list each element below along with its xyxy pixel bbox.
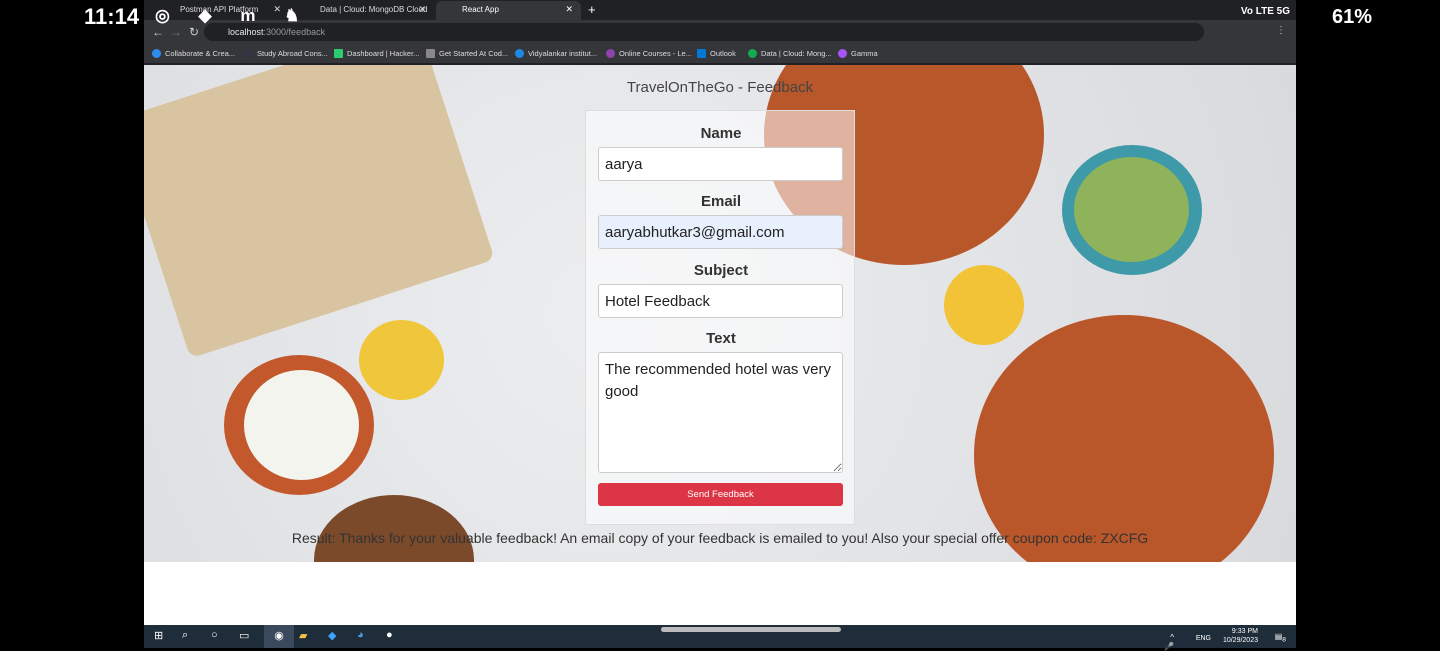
url-input[interactable]: localhost:3000/feedback [204, 23, 1204, 41]
address-bar-row: ← → ↻ localhost:3000/feedback ⋮ [144, 20, 1296, 44]
notification-center-icon[interactable]: ▤8 [1275, 632, 1286, 645]
feedback-page: TravelOnTheGo - Feedback Name Email Subj… [144, 65, 1296, 562]
taskbar-clock[interactable]: 9:33 PM 10/29/2023 [1223, 627, 1258, 645]
subject-input[interactable] [598, 284, 843, 318]
subject-label: Subject [693, 262, 749, 279]
tab-mongodb[interactable]: Data | Cloud: MongoDB Cloud ✕ [294, 1, 434, 20]
tab-react-app[interactable]: React App ✕ [436, 1, 581, 20]
app-icon[interactable]: ◕ [357, 629, 364, 641]
chrome-taskbar-icon[interactable]: ◉ [264, 625, 294, 648]
bookmark[interactable]: Dashboard | Hacker... [334, 49, 419, 58]
bookmark[interactable]: Online Courses - Le... [606, 49, 692, 58]
new-tab-button[interactable]: + [588, 2, 596, 17]
bookmark-icon [697, 49, 706, 58]
tab-title: React App [462, 5, 499, 14]
close-tab-icon[interactable]: ✕ [418, 4, 426, 15]
github-icon[interactable]: ● [386, 629, 393, 641]
bookmark[interactable]: Study Abroad Cons... [244, 49, 328, 58]
text-label: Text [706, 330, 736, 347]
menu-icon[interactable]: ⋮ [1276, 25, 1286, 36]
bookmark-icon [515, 49, 524, 58]
bookmark[interactable]: Vidyalankar institut... [515, 49, 597, 58]
result-message: Result: Thanks for your valuable feedbac… [291, 530, 1149, 546]
bookmark[interactable]: Gamma [838, 49, 878, 58]
tray-chevron-icon[interactable]: ^ 🎤 [1164, 633, 1174, 651]
bookmark-icon [334, 49, 343, 58]
system-tray: ^ 🎤 ENG 9:33 PM 10/29/2023 ▤8 [1164, 627, 1286, 651]
vscode-icon[interactable]: ◆ [328, 629, 336, 642]
bookmark-icon [606, 49, 615, 58]
email-input[interactable] [598, 215, 843, 249]
reload-icon[interactable]: ↻ [189, 25, 199, 39]
bookmark[interactable]: Data | Cloud: Mong... [748, 49, 832, 58]
page-title: TravelOnTheGo - Feedback [626, 79, 814, 96]
close-tab-icon[interactable]: ✕ [273, 4, 281, 15]
bookmark[interactable]: Outlook [697, 49, 736, 58]
tab-postman[interactable]: Postman API Platform ✕ [154, 1, 289, 20]
email-label: Email [700, 193, 742, 210]
close-tab-icon[interactable]: ✕ [565, 4, 573, 15]
bookmark-icon [244, 49, 253, 58]
bookmark-icon [748, 49, 757, 58]
task-view-icon[interactable]: ▭ [239, 629, 249, 642]
url-host: localhost [228, 27, 264, 37]
bookmark[interactable]: Collaborate & Crea... [152, 49, 235, 58]
feedback-form: Name Email Subject Text The recommended … [585, 110, 855, 525]
start-icon[interactable]: ⊞ [154, 629, 163, 642]
text-textarea[interactable]: The recommended hotel was very good [598, 352, 843, 473]
bookmarks-bar: Collaborate & Crea... Study Abroad Cons.… [144, 44, 1296, 63]
android-home-bar[interactable] [661, 627, 841, 632]
status-clock: 11:14 [84, 4, 140, 29]
send-feedback-button[interactable]: Send Feedback [598, 483, 843, 506]
tab-title: Postman API Platform [180, 5, 259, 14]
bookmark-icon [838, 49, 847, 58]
language-indicator[interactable]: ENG [1196, 634, 1211, 643]
page-footer-area [144, 562, 1296, 625]
url-path: :3000/feedback [263, 27, 326, 37]
name-input[interactable] [598, 147, 843, 181]
bookmark-icon [152, 49, 161, 58]
bookmark-icon [426, 49, 435, 58]
bookmark[interactable]: Get Started At Cod... [426, 49, 508, 58]
forward-icon[interactable]: → [170, 25, 182, 39]
search-icon[interactable]: ⌕ [182, 629, 188, 642]
back-icon[interactable]: ← [152, 25, 164, 39]
tab-title: Data | Cloud: MongoDB Cloud [320, 5, 428, 14]
cortana-icon[interactable]: ○ [211, 629, 218, 641]
name-label: Name [700, 125, 742, 142]
browser-window: Postman API Platform ✕ Data | Cloud: Mong… [144, 0, 1296, 651]
file-explorer-icon[interactable]: ▰ [299, 629, 307, 642]
battery-level: 61% [1331, 6, 1372, 28]
